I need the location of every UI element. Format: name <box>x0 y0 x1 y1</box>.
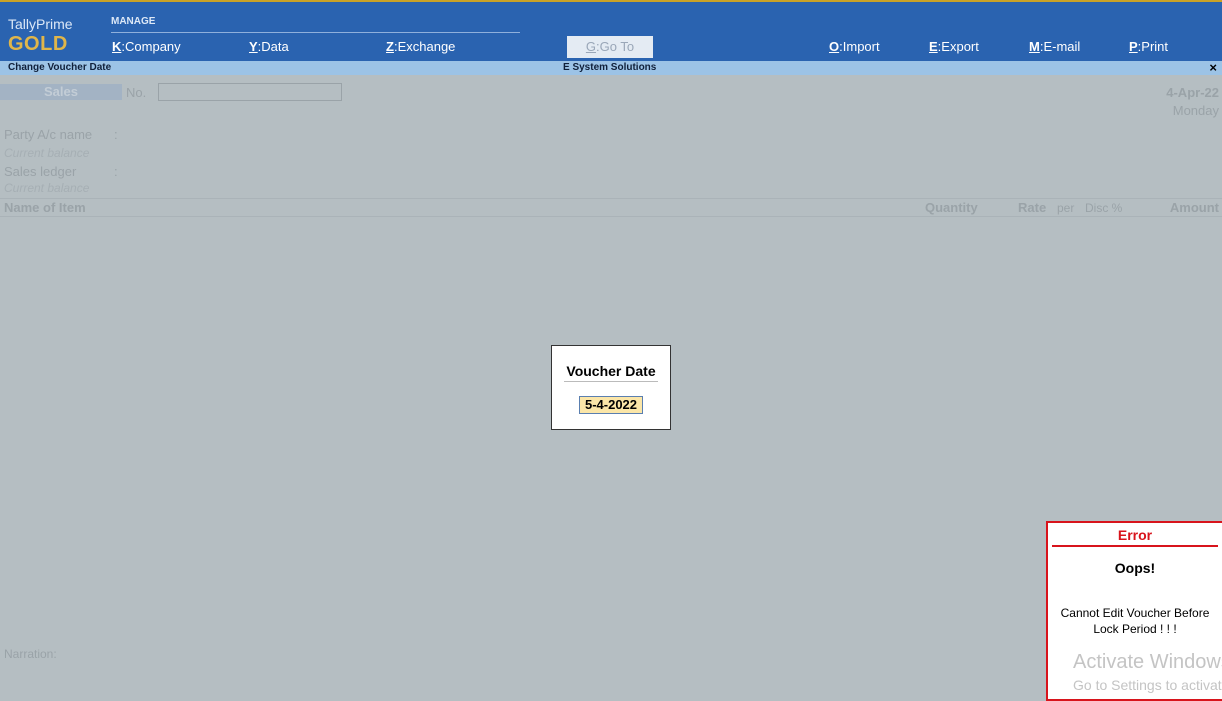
menu-print-label: Print <box>1141 39 1169 54</box>
voucher-no-field[interactable] <box>158 83 342 101</box>
menu-exchange-key: Z <box>386 39 394 54</box>
voucher-date-input[interactable]: 5-4-2022 <box>579 396 643 414</box>
error-heading: Oops! <box>1114 560 1156 576</box>
menu-data-label: Data <box>261 39 289 54</box>
column-per: per <box>1057 201 1075 215</box>
company-name: E System Solutions <box>563 62 657 73</box>
menu-print[interactable]: P:Print <box>1129 39 1168 54</box>
party-account-colon: : <box>114 127 118 142</box>
party-account-label: Party A/c name <box>4 127 93 142</box>
goto-key: G <box>585 39 597 54</box>
table-header-top-divider <box>0 198 1222 199</box>
manage-divider <box>111 32 520 33</box>
error-popup: Error Oops! Cannot Edit Voucher Before L… <box>1046 521 1222 701</box>
table-header-bottom-divider <box>0 216 1222 217</box>
screen-title-bar: Change Voucher Date E System Solutions × <box>0 60 1222 75</box>
menu-email-key: M <box>1029 39 1040 54</box>
manage-group-label: MANAGE <box>111 16 156 27</box>
menu-export-key: E <box>929 39 938 54</box>
voucher-date: 4-Apr-22 <box>1166 85 1219 100</box>
error-divider <box>1052 545 1218 547</box>
error-message-line1: Cannot Edit Voucher Before <box>1060 606 1210 620</box>
menu-export[interactable]: E:Export <box>929 39 979 54</box>
error-message-line2: Lock Period ! ! ! <box>1093 622 1177 636</box>
screen-title: Change Voucher Date <box>8 62 112 73</box>
voucher-type-tab: Sales <box>0 84 122 100</box>
brand-edition: GOLD <box>8 33 68 55</box>
sales-ledger-colon: : <box>114 164 118 179</box>
menu-company-key: K <box>112 39 122 54</box>
menu-company[interactable]: K:Company <box>112 39 181 54</box>
menu-data[interactable]: Y:Data <box>249 39 289 54</box>
column-disc: Disc % <box>1085 201 1123 215</box>
voucher-date-dialog-divider <box>564 381 658 382</box>
menu-email[interactable]: M:E-mail <box>1029 39 1080 54</box>
goto-button[interactable]: G:Go To <box>567 36 653 58</box>
menu-import[interactable]: O:Import <box>829 39 880 54</box>
column-rate: Rate <box>1018 200 1047 215</box>
voucher-day: Monday <box>1172 103 1219 118</box>
top-menu-bar: TallyPrime GOLD MANAGE K:Company Y:Data … <box>0 2 1222 61</box>
menu-exchange-label: Exchange <box>397 39 456 54</box>
menu-company-label: Company <box>125 39 181 54</box>
menu-email-label: E-mail <box>1043 39 1081 54</box>
column-name-of-item: Name of Item <box>4 200 86 215</box>
close-icon[interactable]: × <box>1209 60 1217 75</box>
party-current-balance-label: Current balance <box>4 146 90 160</box>
goto-label: Go To <box>599 39 635 54</box>
menu-export-label: Export <box>941 39 979 54</box>
menu-print-key: P <box>1129 39 1138 54</box>
menu-exchange[interactable]: Z:Exchange <box>386 39 455 54</box>
column-quantity: Quantity <box>925 200 978 215</box>
column-amount: Amount <box>1169 200 1219 215</box>
error-message: Cannot Edit Voucher Before Lock Period !… <box>1048 605 1222 637</box>
voucher-date-dialog: Voucher Date 5-4-2022 <box>551 345 671 430</box>
ledger-current-balance-label: Current balance <box>4 181 90 195</box>
menu-data-key: Y <box>249 39 258 54</box>
voucher-no-label: No. <box>126 85 147 100</box>
error-title: Error <box>1117 527 1153 543</box>
brand-name: TallyPrime <box>8 16 73 32</box>
voucher-date-dialog-title: Voucher Date <box>566 363 656 379</box>
menu-import-key: O <box>829 39 840 54</box>
narration-label: Narration: <box>4 647 57 661</box>
sales-ledger-label: Sales ledger <box>4 164 77 179</box>
menu-import-label: Import <box>842 39 880 54</box>
